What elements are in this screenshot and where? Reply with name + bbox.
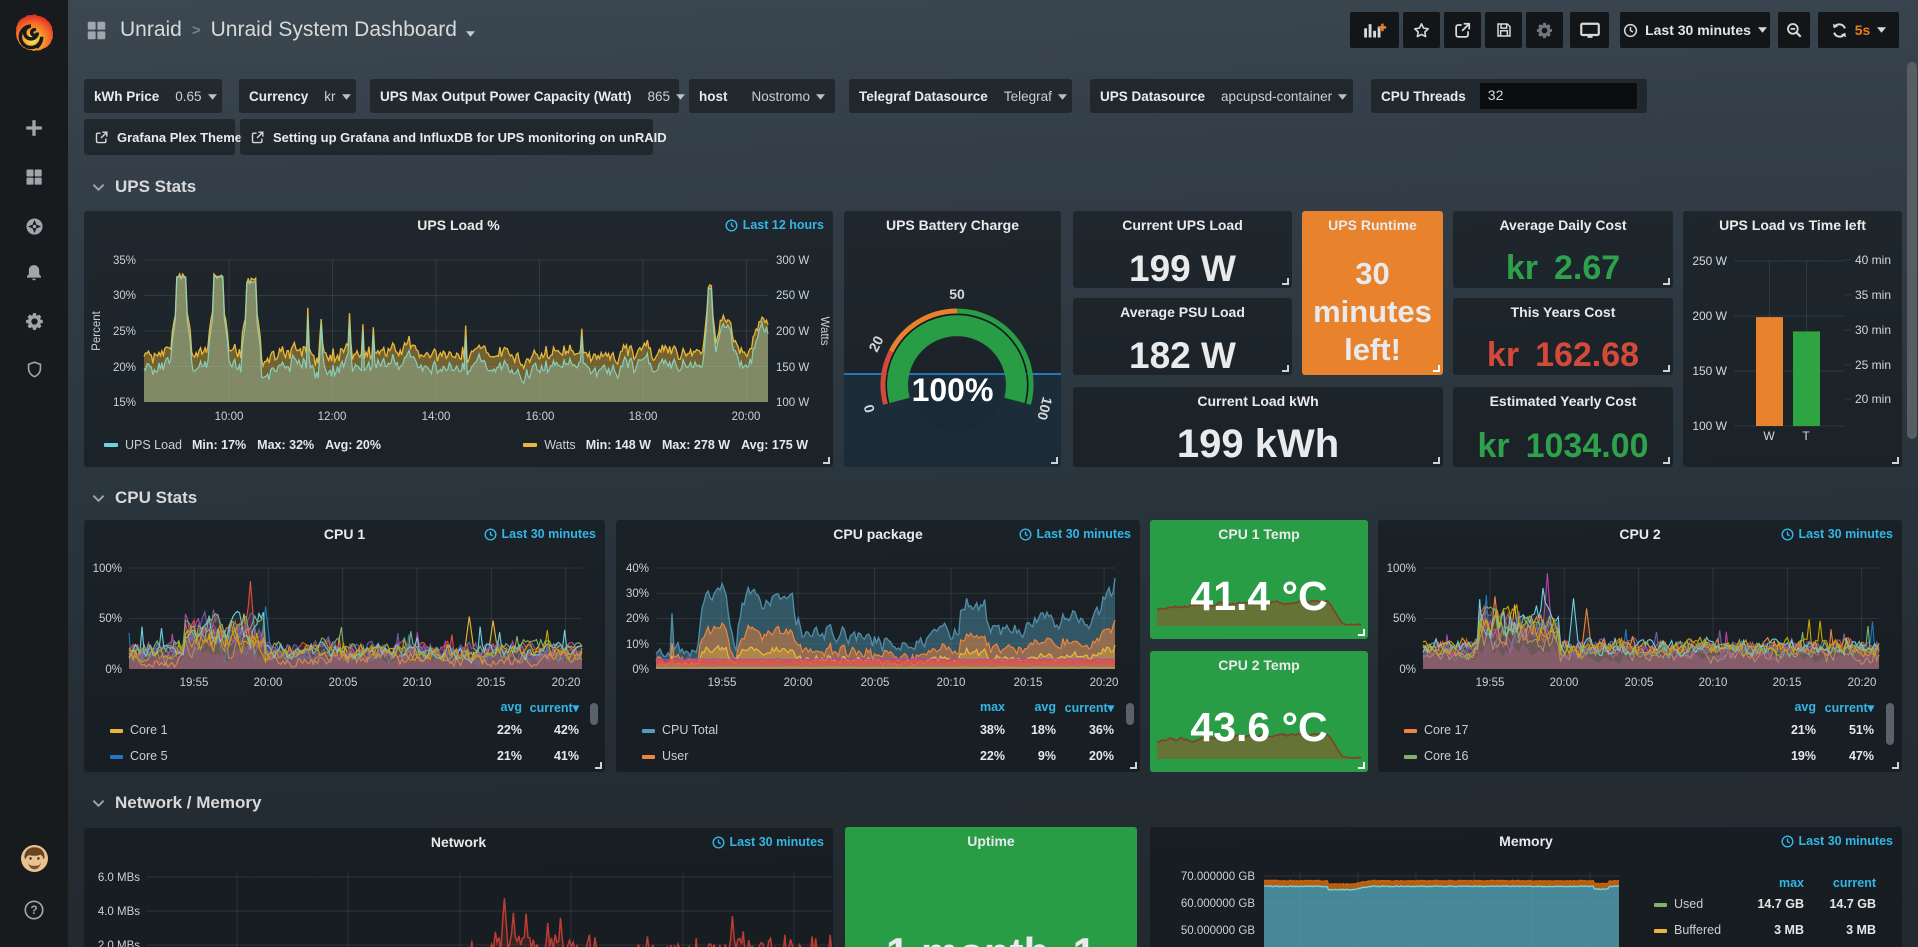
svg-text:14:00: 14:00 xyxy=(422,411,451,423)
svg-text:30%: 30% xyxy=(113,290,136,302)
svg-text:20:05: 20:05 xyxy=(1625,677,1654,689)
svg-text:12:00: 12:00 xyxy=(318,411,347,423)
svg-text:50%: 50% xyxy=(99,613,122,625)
svg-text:4.0 MBs: 4.0 MBs xyxy=(98,906,140,918)
svg-text:19:55: 19:55 xyxy=(180,677,209,689)
svg-text:6.0 MBs: 6.0 MBs xyxy=(98,872,140,884)
svg-text:20:15: 20:15 xyxy=(1014,677,1043,689)
svg-text:20:00: 20:00 xyxy=(784,677,813,689)
svg-text:20:00: 20:00 xyxy=(254,677,283,689)
svg-text:150 W: 150 W xyxy=(776,362,809,374)
svg-text:19:55: 19:55 xyxy=(708,677,737,689)
svg-text:100 W: 100 W xyxy=(1692,419,1727,433)
svg-text:100%: 100% xyxy=(1387,563,1416,575)
svg-text:20%: 20% xyxy=(626,613,649,625)
svg-text:T: T xyxy=(1802,429,1810,443)
svg-text:35 min: 35 min xyxy=(1855,288,1891,302)
svg-text:W: W xyxy=(1763,429,1775,443)
svg-text:20:10: 20:10 xyxy=(1699,677,1728,689)
svg-text:20:20: 20:20 xyxy=(1090,677,1119,689)
svg-text:100%: 100% xyxy=(93,563,122,575)
svg-text:10:00: 10:00 xyxy=(215,411,244,423)
svg-text:20:20: 20:20 xyxy=(1848,677,1877,689)
svg-text:20:15: 20:15 xyxy=(477,677,506,689)
svg-text:100 W: 100 W xyxy=(776,397,809,409)
svg-text:35%: 35% xyxy=(113,255,136,267)
svg-text:2.0 MBs: 2.0 MBs xyxy=(98,940,140,947)
svg-text:15%: 15% xyxy=(113,397,136,409)
svg-text:20%: 20% xyxy=(113,362,136,374)
svg-text:10%: 10% xyxy=(626,639,649,651)
svg-text:150 W: 150 W xyxy=(1692,364,1727,378)
svg-text:20:10: 20:10 xyxy=(403,677,432,689)
svg-text:25 min: 25 min xyxy=(1855,358,1891,372)
svg-text:Watts: Watts xyxy=(818,317,830,346)
svg-text:20:00: 20:00 xyxy=(732,411,761,423)
svg-text:18:00: 18:00 xyxy=(629,411,658,423)
svg-text:200 W: 200 W xyxy=(1692,309,1727,323)
svg-text:20:15: 20:15 xyxy=(1773,677,1802,689)
svg-text:20:10: 20:10 xyxy=(937,677,966,689)
svg-text:25%: 25% xyxy=(113,326,136,338)
svg-text:250 W: 250 W xyxy=(1692,254,1727,268)
svg-text:40%: 40% xyxy=(626,563,649,575)
svg-text:200 W: 200 W xyxy=(776,326,809,338)
svg-text:30 min: 30 min xyxy=(1855,323,1891,337)
svg-text:16:00: 16:00 xyxy=(526,411,555,423)
svg-text:0%: 0% xyxy=(632,664,649,676)
svg-text:250 W: 250 W xyxy=(776,290,809,302)
svg-text:20 min: 20 min xyxy=(1855,392,1891,406)
svg-text:19:55: 19:55 xyxy=(1476,677,1505,689)
svg-text:50%: 50% xyxy=(1393,613,1416,625)
svg-text:40 min: 40 min xyxy=(1855,253,1891,267)
svg-text:20: 20 xyxy=(865,333,886,354)
svg-text:30%: 30% xyxy=(626,588,649,600)
svg-text:20:05: 20:05 xyxy=(329,677,358,689)
svg-text:0%: 0% xyxy=(1399,664,1416,676)
svg-text:300 W: 300 W xyxy=(776,255,809,267)
svg-text:20:00: 20:00 xyxy=(1550,677,1579,689)
svg-text:Percent: Percent xyxy=(91,310,103,350)
svg-text:20:05: 20:05 xyxy=(861,677,890,689)
svg-text:?: ? xyxy=(30,903,37,917)
svg-text:20:20: 20:20 xyxy=(552,677,581,689)
svg-text:50: 50 xyxy=(949,286,965,302)
svg-text:0%: 0% xyxy=(105,664,122,676)
